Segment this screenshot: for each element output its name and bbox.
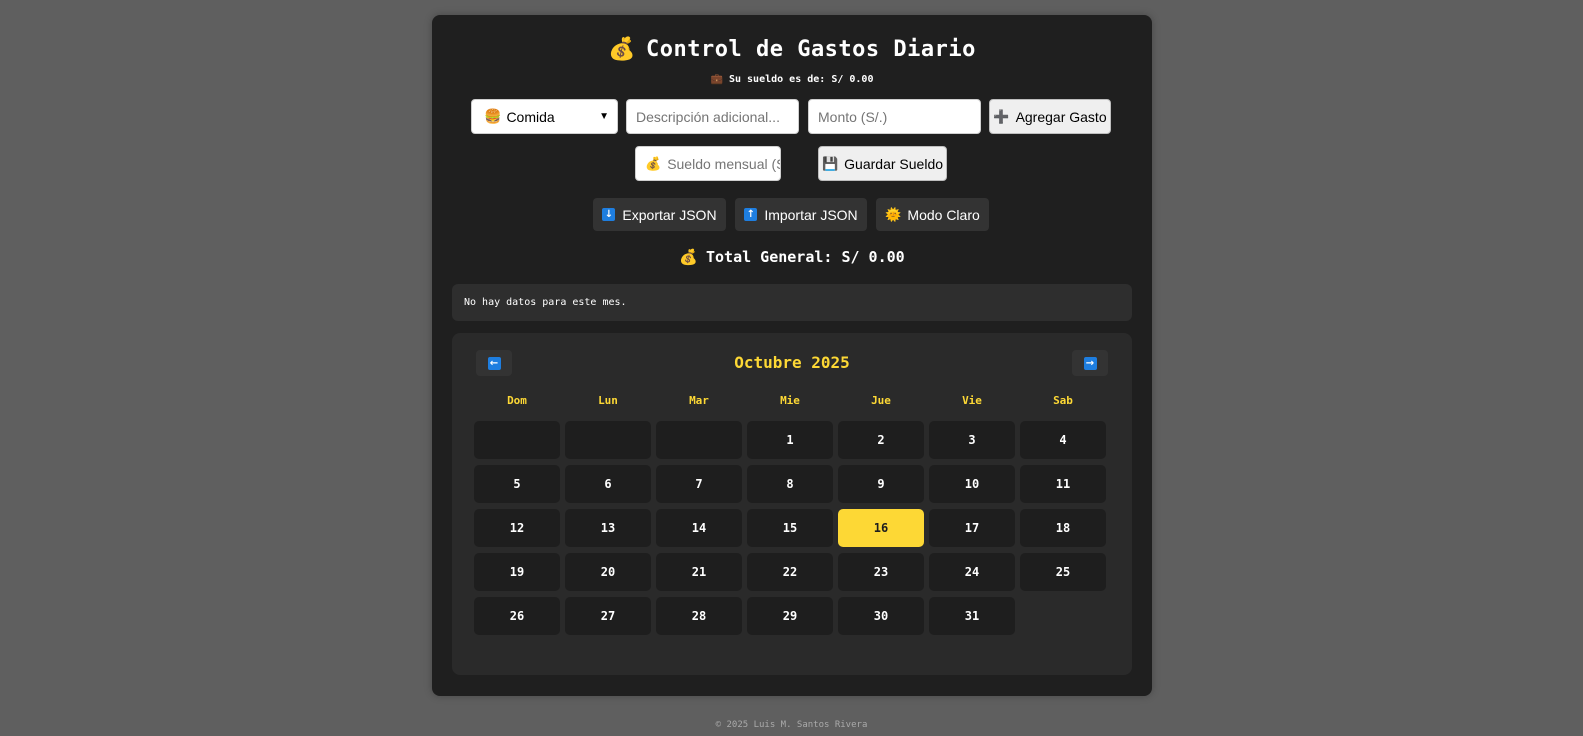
category-selected-value: Comida	[506, 108, 555, 125]
calendar-day[interactable]: 8	[747, 465, 833, 503]
calendar-day[interactable]: 24	[929, 553, 1015, 591]
calendar: ← Octubre 2025 → Dom Lun Mar Mie Jue Vie Sab 1 2…	[452, 333, 1132, 675]
money-bag-icon: 💰	[679, 248, 698, 266]
calendar-day[interactable]: 12	[474, 509, 560, 547]
calendar-day[interactable]: 2	[838, 421, 924, 459]
calendar-day[interactable]: 25	[1020, 553, 1106, 591]
chevron-down-icon: ▼	[599, 111, 609, 122]
light-mode-button[interactable]: 🌞 Modo Claro	[876, 198, 989, 231]
calendar-day[interactable]: 5	[474, 465, 560, 503]
calendar-day[interactable]: 10	[929, 465, 1015, 503]
weekday-header: Jue	[871, 394, 891, 407]
weekday-header: Vie	[962, 394, 982, 407]
calendar-day[interactable]: 29	[747, 597, 833, 635]
description-input[interactable]: Descripción adicional...	[626, 99, 799, 134]
calendar-day[interactable]: 6	[565, 465, 651, 503]
total-general: 💰 Total General: S/ 0.00	[432, 248, 1152, 266]
calendar-empty-cell	[565, 421, 651, 459]
add-expense-label: Agregar Gasto	[1015, 108, 1107, 125]
money-bag-icon: 💰	[608, 37, 636, 62]
import-json-label: Importar JSON	[764, 206, 858, 223]
calendar-day[interactable]: 4	[1020, 421, 1106, 459]
weekday-header: Dom	[507, 394, 527, 407]
export-json-label: Exportar JSON	[622, 206, 717, 223]
footer-copyright: © 2025 Luis M. Santos Rivera	[715, 720, 868, 730]
hamburger-icon: 🍔	[484, 108, 502, 124]
salary-placeholder: Sueldo mensual (S/.)	[667, 155, 780, 172]
up-arrow-icon: ↑	[744, 208, 758, 221]
weekday-header: Mar	[689, 394, 709, 407]
calendar-day[interactable]: 1	[747, 421, 833, 459]
import-json-button[interactable]: ↑ Importar JSON	[735, 198, 867, 231]
main-panel: 💰 Control de Gastos Diario 💼 Su sueldo es …	[432, 15, 1152, 696]
calendar-day[interactable]: 15	[747, 509, 833, 547]
weekday-header: Mie	[780, 394, 800, 407]
right-arrow-icon: →	[1083, 356, 1097, 370]
empty-state-text: No hay datos para este mes.	[464, 297, 627, 308]
down-arrow-icon: ↓	[602, 208, 616, 221]
calendar-day[interactable]: 7	[656, 465, 742, 503]
calendar-day[interactable]: 17	[929, 509, 1015, 547]
calendar-day[interactable]: 30	[838, 597, 924, 635]
calendar-day[interactable]: 27	[565, 597, 651, 635]
calendar-day[interactable]: 19	[474, 553, 560, 591]
export-json-button[interactable]: ↓ Exportar JSON	[593, 198, 726, 231]
save-salary-label: Guardar Sueldo	[844, 155, 944, 172]
add-expense-button[interactable]: ➕ Agregar Gasto	[989, 99, 1111, 134]
weekday-header: Sab	[1053, 394, 1073, 407]
amount-input[interactable]: Monto (S/.)	[808, 99, 981, 134]
calendar-day[interactable]: 9	[838, 465, 924, 503]
calendar-month-title: Octubre 2025	[734, 353, 850, 372]
calendar-empty-cell	[656, 421, 742, 459]
salary-display-text: Su sueldo es de: S/ 0.00	[728, 74, 874, 85]
weekday-header: Lun	[598, 394, 618, 407]
total-general-text: Total General: S/ 0.00	[706, 248, 905, 266]
description-placeholder: Descripción adicional...	[636, 108, 780, 125]
money-bag-icon: 💰	[645, 155, 662, 171]
calendar-day-today[interactable]: 16	[838, 509, 924, 547]
save-salary-button[interactable]: 💾 Guardar Sueldo	[818, 146, 947, 181]
calendar-day[interactable]: 20	[565, 553, 651, 591]
calendar-day[interactable]: 18	[1020, 509, 1106, 547]
salary-input[interactable]: 💰 Sueldo mensual (S/.)	[635, 146, 781, 181]
calendar-day[interactable]: 11	[1020, 465, 1106, 503]
amount-placeholder: Monto (S/.)	[818, 108, 888, 125]
briefcase-icon: 💼	[710, 74, 723, 85]
page-title: 💰 Control de Gastos Diario	[432, 37, 1152, 62]
calendar-empty-cell	[474, 421, 560, 459]
calendar-day[interactable]: 23	[838, 553, 924, 591]
calendar-day[interactable]: 22	[747, 553, 833, 591]
category-select[interactable]: 🍔 Comida ▼	[471, 99, 618, 134]
sun-icon: 🌞	[885, 206, 902, 222]
page-title-text: Control de Gastos Diario	[646, 37, 976, 62]
next-month-button[interactable]: →	[1072, 350, 1108, 376]
calendar-day[interactable]: 26	[474, 597, 560, 635]
calendar-day[interactable]: 3	[929, 421, 1015, 459]
calendar-day[interactable]: 31	[929, 597, 1015, 635]
calendar-day[interactable]: 13	[565, 509, 651, 547]
plus-icon: ➕	[993, 108, 1010, 124]
floppy-disk-icon: 💾	[821, 155, 839, 171]
light-mode-label: Modo Claro	[907, 206, 980, 223]
empty-state-message: No hay datos para este mes.	[452, 284, 1132, 321]
calendar-day[interactable]: 28	[656, 597, 742, 635]
salary-display: 💼 Su sueldo es de: S/ 0.00	[432, 74, 1152, 85]
calendar-day[interactable]: 21	[656, 553, 742, 591]
calendar-day[interactable]: 14	[656, 509, 742, 547]
